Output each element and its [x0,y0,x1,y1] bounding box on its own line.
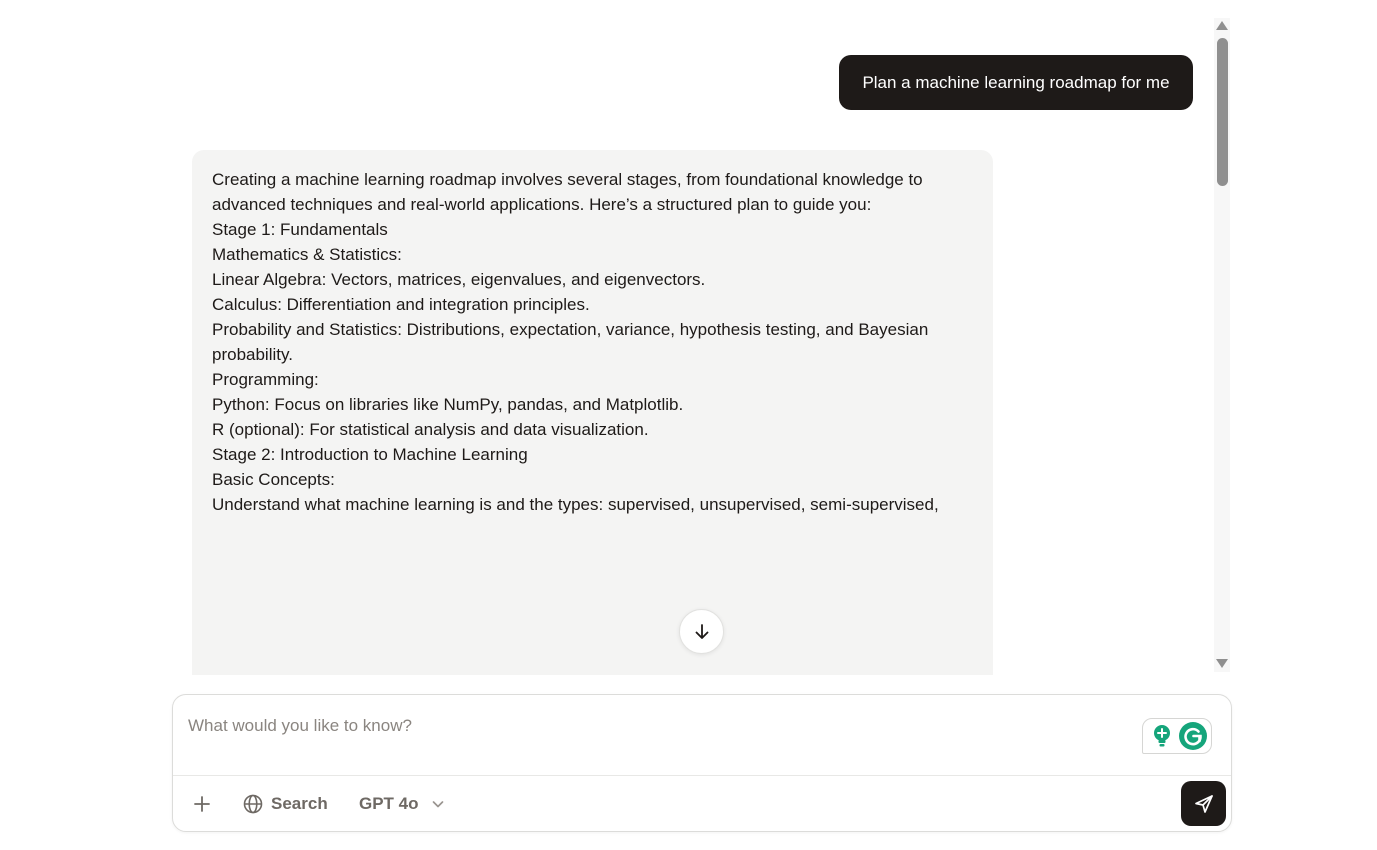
grammarly-icon[interactable] [1179,722,1207,750]
composer-divider [173,775,1231,776]
list-item: Linear Algebra: Vectors, matrices, eigen… [212,270,706,289]
message-input[interactable] [188,711,1128,741]
search-label: Search [271,794,328,813]
attach-button[interactable] [191,793,213,815]
scroll-to-bottom-button[interactable] [679,609,724,654]
list-item: R (optional): For statistical analysis a… [212,420,649,439]
message-composer: Search GPT 4o [172,694,1232,832]
model-selector[interactable]: GPT 4o [359,792,445,816]
send-icon [1194,794,1213,813]
math-section-label: Mathematics & Statistics: [212,245,402,264]
programming-section-label: Programming: [212,370,319,389]
list-item: Probability and Statistics: Distribution… [212,320,929,364]
plus-icon [194,796,210,812]
arrow-down-icon [695,623,708,639]
search-button[interactable]: Search [243,792,328,816]
chevron-down-icon [432,801,443,808]
assistant-intro: Creating a machine learning roadmap invo… [212,170,923,214]
chat-area: Plan a machine learning roadmap for me C… [0,0,1230,675]
model-label: GPT 4o [359,794,419,813]
scrollbar-thumb[interactable] [1217,38,1228,186]
user-message: Plan a machine learning roadmap for me [839,55,1193,110]
assistant-message: Creating a machine learning roadmap invo… [192,150,993,675]
basic-concepts-label: Basic Concepts: [212,470,335,489]
send-button[interactable] [1181,781,1226,826]
stage-1-heading: Stage 1: Fundamentals [212,220,388,239]
extension-widget[interactable] [1142,718,1212,754]
globe-icon [243,794,263,814]
scroll-up-arrow-icon[interactable] [1216,21,1228,30]
scroll-down-arrow-icon[interactable] [1216,659,1228,668]
list-item: Understand what machine learning is and … [212,495,939,514]
stage-2-heading: Stage 2: Introduction to Machine Learnin… [212,445,528,464]
lightbulb-icon[interactable] [1152,724,1172,748]
list-item: Calculus: Differentiation and integratio… [212,295,590,314]
list-item: Python: Focus on libraries like NumPy, p… [212,395,684,414]
